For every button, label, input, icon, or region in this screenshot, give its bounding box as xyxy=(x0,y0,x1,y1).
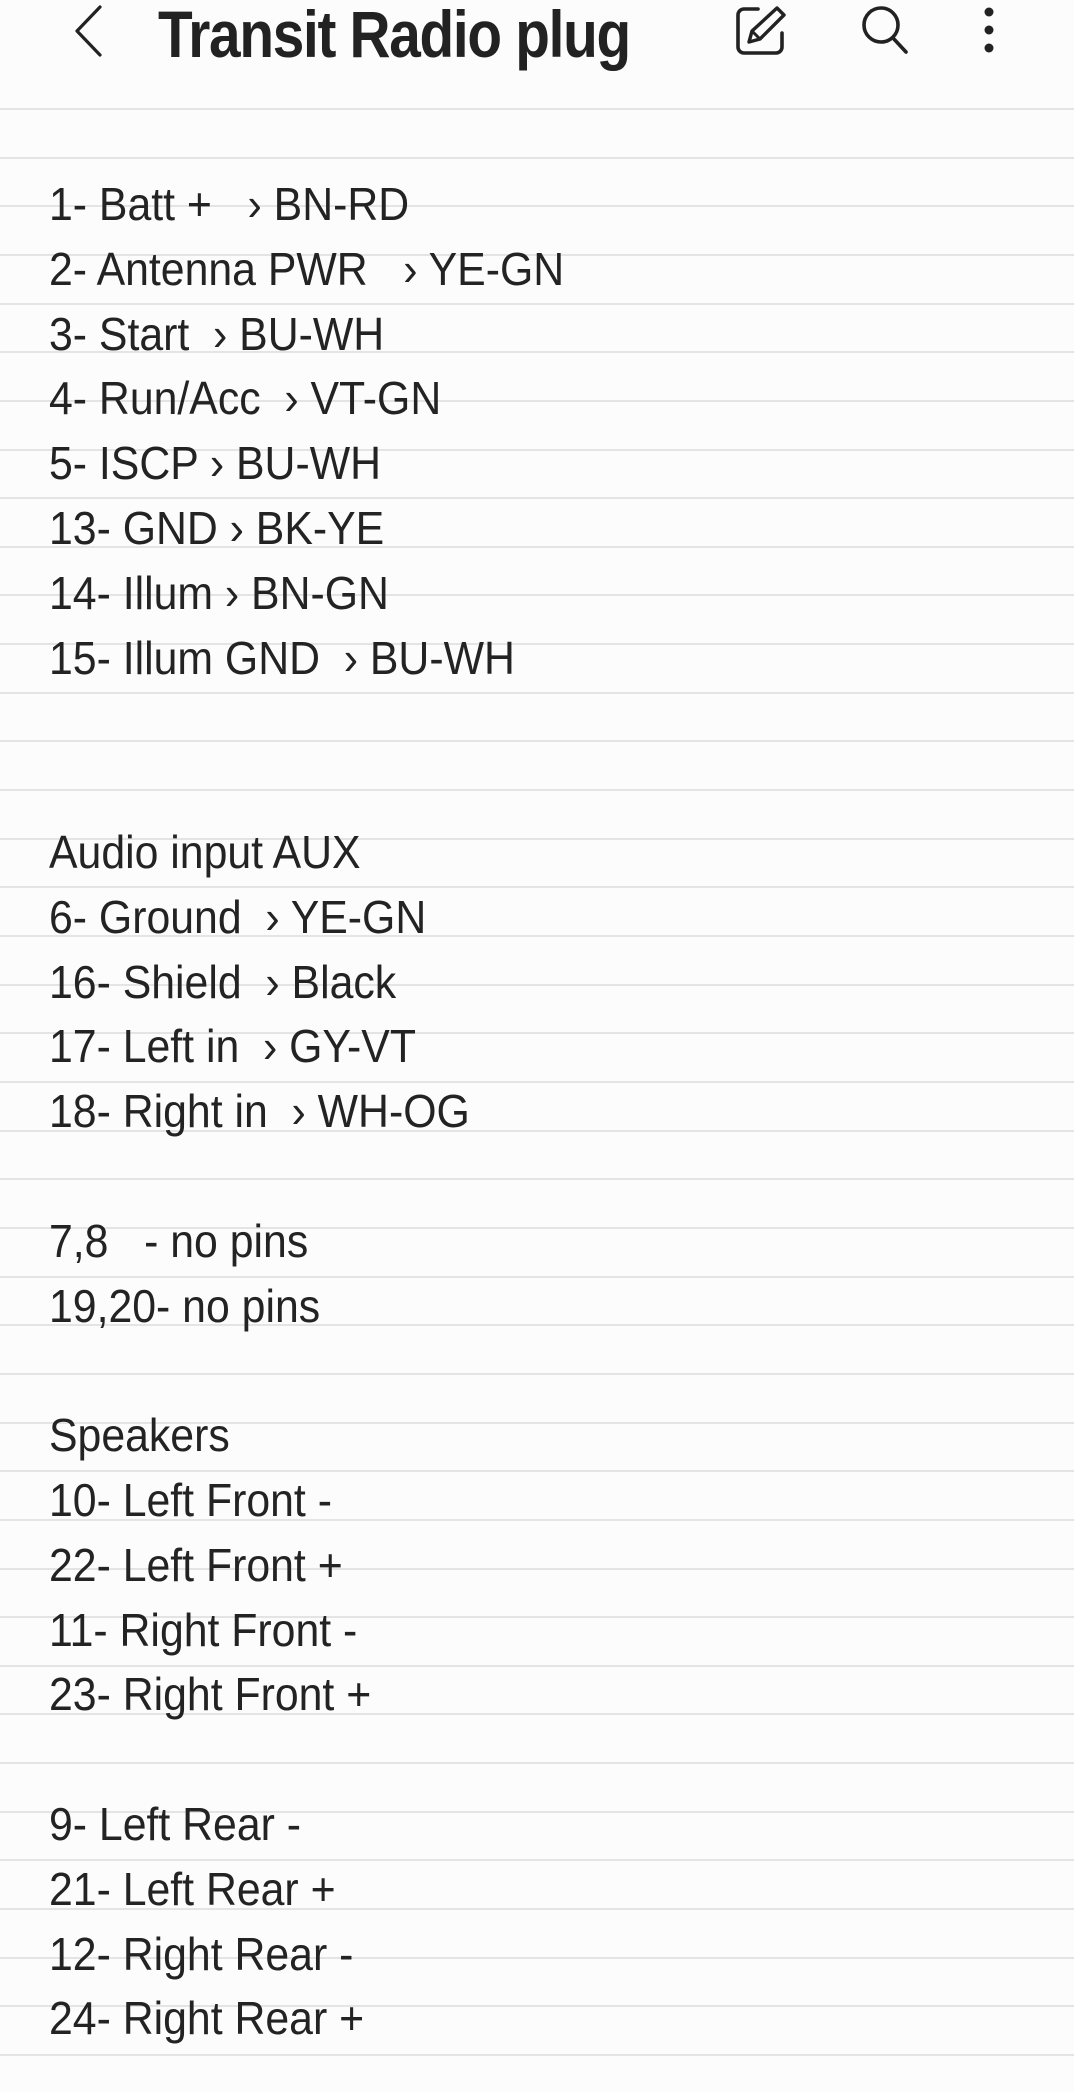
note-line: 3- Start › BU-WH xyxy=(49,307,385,360)
note-line: 24- Right Rear + xyxy=(49,1992,365,2045)
note-line: 9- Left Rear - xyxy=(49,1797,302,1850)
note-line: 2- Antenna PWR › YE-GN xyxy=(49,242,565,295)
note-line: 14- Illum › BN-GN xyxy=(49,566,389,619)
note-line: 21- Left Rear + xyxy=(49,1862,336,1915)
note-line: 10- Left Front - xyxy=(49,1473,332,1526)
note-line: 23- Right Front + xyxy=(49,1668,372,1721)
note-line: 16- Shield › Black xyxy=(49,955,397,1008)
note-body[interactable]: 1- Batt + › BN-RD 2- Antenna PWR › YE-GN 3… xyxy=(49,172,1049,2051)
note-blank-line xyxy=(49,1144,979,1209)
note-line: 1- Batt + › BN-RD xyxy=(49,178,410,230)
note-line: 18- Right in › WH-OG xyxy=(49,1085,470,1138)
note-line: Speakers xyxy=(49,1409,230,1462)
note-line: 11- Right Front - xyxy=(49,1603,358,1656)
note-blank-line xyxy=(49,1338,979,1403)
app-header: Transit Radio plug xyxy=(0,0,1074,108)
chevron-left-icon xyxy=(73,4,103,62)
ruled-line xyxy=(0,157,1074,159)
note-line: 12- Right Rear - xyxy=(49,1927,354,1980)
page-title: Transit Radio plug xyxy=(158,0,631,71)
more-vertical-icon xyxy=(979,3,999,62)
note-line: 22- Left Front + xyxy=(49,1538,343,1591)
note-line: 13- GND › BK-YE xyxy=(49,501,385,554)
note-line: 7,8 - no pins xyxy=(49,1214,309,1267)
note-line: 4- Run/Acc › VT-GN xyxy=(49,372,442,425)
note-line: 6- Ground › YE-GN xyxy=(49,890,427,943)
note-line: 19,20- no pins xyxy=(49,1279,321,1332)
edit-pencil-icon xyxy=(734,3,788,62)
ruled-line xyxy=(0,108,1074,110)
back-button[interactable] xyxy=(62,2,114,64)
edit-button[interactable] xyxy=(733,4,789,60)
note-line: Audio input AUX xyxy=(49,825,361,878)
note-blank-line xyxy=(49,690,979,755)
note-line: 5- ISCP › BU-WH xyxy=(49,437,381,490)
note-line: 15- Illum GND › BU-WH xyxy=(49,631,515,684)
ruled-line xyxy=(0,2054,1074,2056)
more-options-button[interactable] xyxy=(961,4,1017,60)
search-icon xyxy=(858,3,912,62)
note-line: 17- Left in › GY-VT xyxy=(49,1020,416,1073)
note-blank-line xyxy=(49,755,979,820)
search-button[interactable] xyxy=(857,4,913,60)
note-blank-line xyxy=(49,1727,979,1792)
